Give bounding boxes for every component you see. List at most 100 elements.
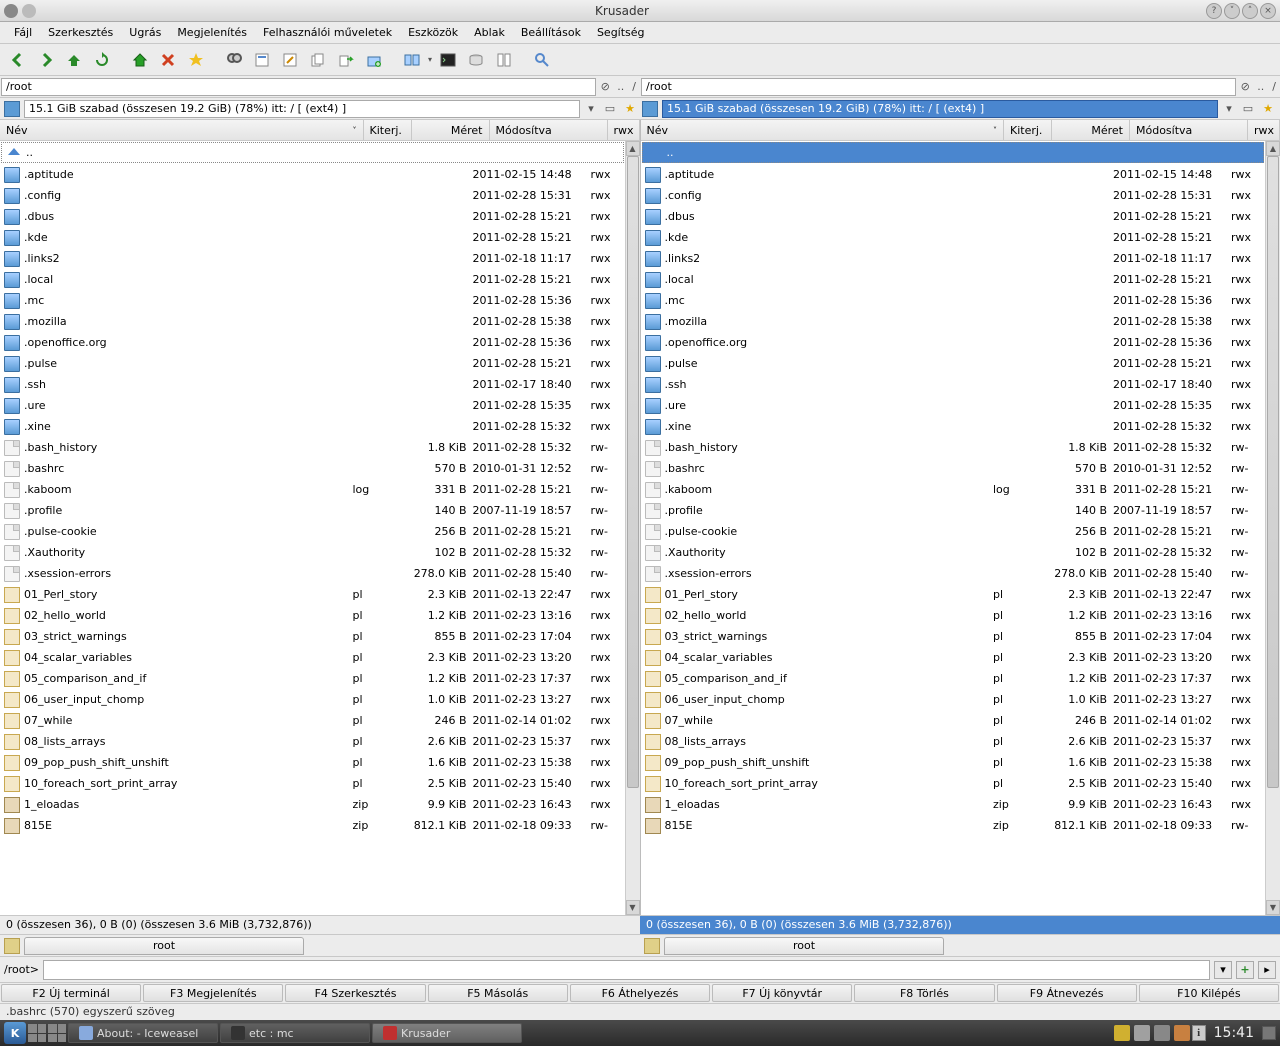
newtab-icon[interactable] bbox=[644, 938, 660, 954]
cmd-input[interactable] bbox=[43, 960, 1210, 980]
terminal-button[interactable] bbox=[436, 48, 460, 72]
clear-path-right-icon[interactable]: ⊘ bbox=[1237, 80, 1253, 93]
file-row[interactable]: .dbus 2011-02-28 15:21 rwx bbox=[641, 206, 1266, 227]
forward-button[interactable] bbox=[34, 48, 58, 72]
scrollbar[interactable]: ▲ ▼ bbox=[1265, 141, 1280, 915]
file-row[interactable]: .kaboom log 331 B 2011-02-28 15:21 rw- bbox=[0, 479, 625, 500]
file-row[interactable]: 06_user_input_chomp pl 1.0 KiB 2011-02-2… bbox=[0, 689, 625, 710]
cmd-run-button[interactable]: ▸ bbox=[1258, 961, 1276, 979]
file-row[interactable]: .config 2011-02-28 15:31 rwx bbox=[0, 185, 625, 206]
task-iceweasel[interactable]: About: - Iceweasel bbox=[68, 1023, 218, 1043]
file-row[interactable]: 09_pop_push_shift_unshift pl 1.6 KiB 201… bbox=[0, 752, 625, 773]
col-date[interactable]: Módosítva bbox=[490, 120, 608, 140]
file-row[interactable]: 10_foreach_sort_print_array pl 2.5 KiB 2… bbox=[641, 773, 1266, 794]
disk-icon[interactable] bbox=[4, 101, 20, 117]
file-row[interactable]: .Xauthority 102 B 2011-02-28 15:32 rw- bbox=[0, 542, 625, 563]
newtab-icon[interactable] bbox=[4, 938, 20, 954]
file-row[interactable]: .local 2011-02-28 15:21 rwx bbox=[641, 269, 1266, 290]
search-button[interactable] bbox=[530, 48, 554, 72]
file-row[interactable]: .links2 2011-02-18 11:17 rwx bbox=[641, 248, 1266, 269]
help-button[interactable]: ? bbox=[1206, 3, 1222, 19]
file-row[interactable]: 07_while pl 246 B 2011-02-14 01:02 rwx bbox=[641, 710, 1266, 731]
file-row[interactable]: .ure 2011-02-28 15:35 rwx bbox=[0, 395, 625, 416]
cmd-history-button[interactable]: ▾ bbox=[1214, 961, 1232, 979]
menu-file[interactable]: Fájl bbox=[6, 24, 40, 41]
clear-path-left-icon[interactable]: ⊘ bbox=[597, 80, 613, 93]
path-dots-right[interactable]: .. bbox=[1253, 80, 1268, 93]
showdesktop-icon[interactable] bbox=[1262, 1026, 1276, 1040]
chevron-down-icon[interactable]: ▾ bbox=[1222, 102, 1236, 115]
file-row[interactable]: 06_user_input_chomp pl 1.0 KiB 2011-02-2… bbox=[641, 689, 1266, 710]
tray-icon[interactable] bbox=[1114, 1025, 1130, 1041]
disk-dropdown-right[interactable]: 15.1 GiB szabad (összesen 19.2 GiB) (78%… bbox=[662, 100, 1218, 118]
path-input-left[interactable] bbox=[1, 78, 596, 96]
file-row[interactable]: .pulse-cookie 256 B 2011-02-28 15:21 rw- bbox=[641, 521, 1266, 542]
tab-left[interactable]: root bbox=[24, 937, 304, 955]
file-row[interactable]: .pulse 2011-02-28 15:21 rwx bbox=[641, 353, 1266, 374]
fkey-f9[interactable]: F9 Átnevezés bbox=[997, 984, 1137, 1002]
file-row[interactable]: .pulse-cookie 256 B 2011-02-28 15:21 rw- bbox=[0, 521, 625, 542]
diskusage-button[interactable] bbox=[464, 48, 488, 72]
file-row[interactable]: .kde 2011-02-28 15:21 rwx bbox=[641, 227, 1266, 248]
fkey-f10[interactable]: F10 Kilépés bbox=[1139, 984, 1279, 1002]
col-date[interactable]: Módosítva bbox=[1130, 120, 1248, 140]
move-button[interactable] bbox=[334, 48, 358, 72]
volume-icon[interactable] bbox=[1154, 1025, 1170, 1041]
disk-icon[interactable] bbox=[642, 101, 658, 117]
menu-edit[interactable]: Szerkesztés bbox=[40, 24, 121, 41]
tray-icon[interactable] bbox=[1134, 1025, 1150, 1041]
tab-right[interactable]: root bbox=[664, 937, 944, 955]
find-button[interactable] bbox=[222, 48, 246, 72]
file-row[interactable]: .mozilla 2011-02-28 15:38 rwx bbox=[641, 311, 1266, 332]
file-row[interactable]: .xsession-errors 278.0 KiB 2011-02-28 15… bbox=[0, 563, 625, 584]
path-slash-left[interactable]: / bbox=[628, 80, 640, 93]
file-row[interactable]: .aptitude 2011-02-15 14:48 rwx bbox=[0, 164, 625, 185]
star-icon[interactable]: ★ bbox=[622, 101, 638, 117]
popup-icon[interactable]: ▭ bbox=[1240, 101, 1256, 117]
file-row[interactable]: 04_scalar_variables pl 2.3 KiB 2011-02-2… bbox=[0, 647, 625, 668]
file-row[interactable]: 815E zip 812.1 KiB 2011-02-18 09:33 rw- bbox=[641, 815, 1266, 836]
file-row[interactable]: 1_eloadas zip 9.9 KiB 2011-02-23 16:43 r… bbox=[0, 794, 625, 815]
file-row[interactable]: 02_hello_world pl 1.2 KiB 2011-02-23 13:… bbox=[0, 605, 625, 626]
file-row[interactable]: .ure 2011-02-28 15:35 rwx bbox=[641, 395, 1266, 416]
clock[interactable]: 15:41 bbox=[1208, 1025, 1260, 1041]
file-row[interactable]: .kde 2011-02-28 15:21 rwx bbox=[0, 227, 625, 248]
close-button[interactable]: × bbox=[1260, 3, 1276, 19]
file-row[interactable]: .bashrc 570 B 2010-01-31 12:52 rw- bbox=[641, 458, 1266, 479]
file-row[interactable]: .xine 2011-02-28 15:32 rwx bbox=[641, 416, 1266, 437]
col-name[interactable]: Név˅ bbox=[0, 120, 364, 140]
file-row[interactable]: 815E zip 812.1 KiB 2011-02-18 09:33 rw- bbox=[0, 815, 625, 836]
file-row[interactable]: 08_lists_arrays pl 2.6 KiB 2011-02-23 15… bbox=[0, 731, 625, 752]
col-perm[interactable]: rwx bbox=[608, 120, 640, 140]
file-row[interactable]: .profile 140 B 2007-11-19 18:57 rw- bbox=[0, 500, 625, 521]
file-row[interactable]: .kaboom log 331 B 2011-02-28 15:21 rw- bbox=[641, 479, 1266, 500]
home-button[interactable] bbox=[128, 48, 152, 72]
file-row[interactable]: .ssh 2011-02-17 18:40 rwx bbox=[0, 374, 625, 395]
file-row[interactable]: .mc 2011-02-28 15:36 rwx bbox=[641, 290, 1266, 311]
file-row[interactable]: .config 2011-02-28 15:31 rwx bbox=[641, 185, 1266, 206]
menu-settings[interactable]: Beállítások bbox=[513, 24, 589, 41]
menu-view[interactable]: Megjelenítés bbox=[169, 24, 255, 41]
pager-icon[interactable] bbox=[48, 1024, 66, 1042]
file-row[interactable]: 03_strict_warnings pl 855 B 2011-02-23 1… bbox=[0, 626, 625, 647]
path-input-right[interactable] bbox=[641, 78, 1236, 96]
path-slash-right[interactable]: / bbox=[1268, 80, 1280, 93]
file-row[interactable]: .pulse 2011-02-28 15:21 rwx bbox=[0, 353, 625, 374]
cancel-button[interactable] bbox=[156, 48, 180, 72]
file-row[interactable]: .mc 2011-02-28 15:36 rwx bbox=[0, 290, 625, 311]
fkey-f2[interactable]: F2 Új terminál bbox=[1, 984, 141, 1002]
fkey-f8[interactable]: F8 Törlés bbox=[854, 984, 994, 1002]
col-ext[interactable]: Kiterj. bbox=[364, 120, 412, 140]
pager-icon[interactable] bbox=[28, 1024, 46, 1042]
menu-go[interactable]: Ugrás bbox=[121, 24, 169, 41]
edit-button[interactable] bbox=[278, 48, 302, 72]
mkdir-button[interactable] bbox=[362, 48, 386, 72]
file-row[interactable]: .aptitude 2011-02-15 14:48 rwx bbox=[641, 164, 1266, 185]
fkey-f5[interactable]: F5 Másolás bbox=[428, 984, 568, 1002]
file-row[interactable]: .bash_history 1.8 KiB 2011-02-28 15:32 r… bbox=[641, 437, 1266, 458]
window-menu-icon[interactable] bbox=[4, 4, 18, 18]
bookmark-button[interactable] bbox=[184, 48, 208, 72]
info-icon[interactable]: i bbox=[1192, 1025, 1206, 1041]
parent-row[interactable]: .. bbox=[1, 142, 624, 163]
fkey-f3[interactable]: F3 Megjelenítés bbox=[143, 984, 283, 1002]
